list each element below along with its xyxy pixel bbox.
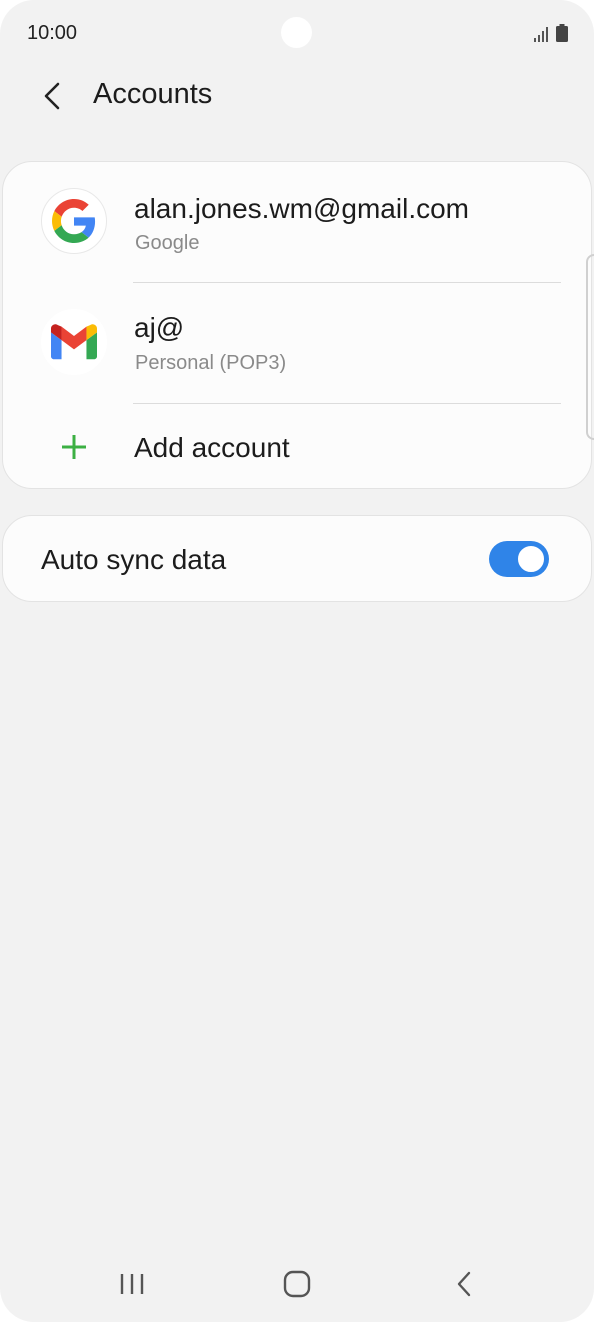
google-icon — [41, 188, 107, 254]
gmail-icon — [41, 309, 107, 375]
recents-icon — [120, 1274, 144, 1294]
account-email: alan.jones.wm@gmail.com — [134, 193, 469, 224]
account-email: aj@ — [134, 312, 185, 343]
account-item-google[interactable]: alan.jones.wm@gmail.com Google — [3, 162, 591, 282]
accounts-card: alan.jones.wm@gmail.com Google aj@ Perso… — [2, 161, 592, 489]
add-account-label: Add account — [134, 432, 290, 463]
status-icons — [534, 24, 568, 42]
account-item-pop3[interactable]: aj@ Personal (POP3) — [3, 282, 591, 403]
home-button[interactable] — [267, 1262, 327, 1306]
auto-sync-label: Auto sync data — [41, 544, 227, 575]
status-time: 10:00 — [27, 22, 78, 44]
back-button[interactable] — [30, 76, 74, 116]
add-account-button[interactable]: Add account — [3, 403, 591, 490]
toggle-knob — [516, 544, 546, 574]
recents-button[interactable] — [102, 1262, 162, 1306]
scrollbar[interactable] — [586, 254, 594, 440]
page-title: Accounts — [93, 78, 213, 110]
back-icon — [457, 1271, 471, 1297]
camera-cutout — [281, 17, 312, 48]
nav-back-button[interactable] — [434, 1262, 494, 1306]
chevron-left-icon — [44, 82, 60, 110]
account-type: Personal (POP3) — [135, 352, 287, 374]
phone-screen: 10:00 Accounts alan.jones.wm@gmail.com G… — [0, 0, 594, 1322]
account-type: Google — [135, 232, 200, 254]
home-icon — [283, 1270, 311, 1298]
battery-icon — [556, 24, 568, 42]
signal-icon — [534, 27, 548, 42]
auto-sync-card: Auto sync data — [2, 515, 592, 602]
auto-sync-toggle[interactable] — [489, 541, 549, 577]
plus-icon — [41, 414, 107, 480]
